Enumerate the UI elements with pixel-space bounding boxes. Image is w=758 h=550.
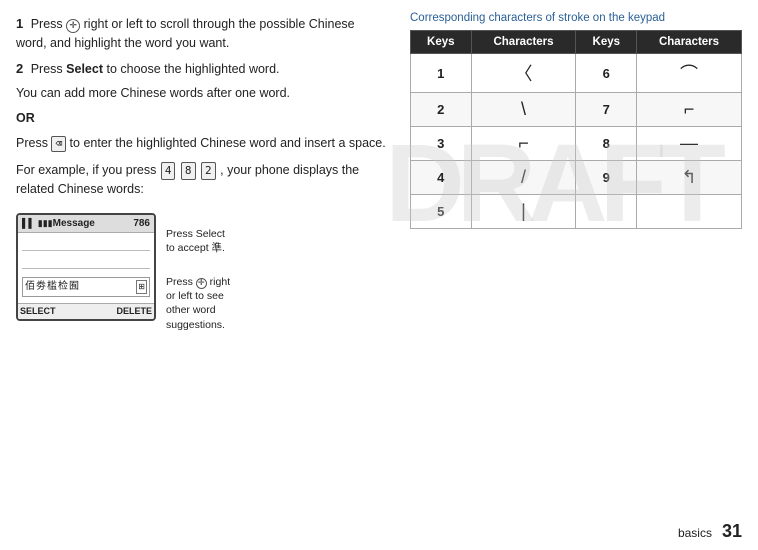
- label2-line1: Press ✛ right: [166, 275, 230, 289]
- char-cell-2-1: ⌐: [471, 127, 576, 161]
- battery-icon-small: ▮▮▮: [38, 217, 53, 231]
- example-key-2: 2: [201, 162, 216, 181]
- step2-press: Press: [31, 62, 66, 76]
- col-keys1: Keys: [411, 31, 472, 54]
- phone-select-label: SELECT: [20, 305, 56, 319]
- key-cell-4-1: 5: [411, 195, 472, 229]
- table-row: 5 |: [411, 195, 742, 229]
- phone-delete-label: DELETE: [116, 305, 152, 319]
- char-cell-3-2: ↰: [637, 161, 742, 195]
- char-cell-4-2: [637, 195, 742, 229]
- page-container: 1 Press ✛ right or left to scroll throug…: [0, 0, 758, 550]
- phone-chinese-chars: 佰劵槛检囿: [25, 279, 80, 294]
- key-cell-2-2: 8: [576, 127, 637, 161]
- phone-line1: [22, 237, 150, 251]
- phone-title: Message: [53, 216, 95, 231]
- label2-line5: suggestions.: [166, 318, 230, 332]
- label1-line1: Press Select: [166, 227, 230, 241]
- key-cell-1-2: 7: [576, 93, 637, 127]
- char-cell-1-2: ⌐: [637, 93, 742, 127]
- char-cell-2-2: —: [637, 127, 742, 161]
- phone-line2: [22, 255, 150, 269]
- diagram-labels: Press Select to accept 準. Press ✛ right …: [166, 213, 230, 332]
- nav-icon: ✛: [66, 19, 80, 33]
- step2-number: 2: [16, 61, 23, 76]
- step1-paragraph: 1 Press ✛ right or left to scroll throug…: [16, 14, 386, 53]
- phone-diagram: ▌▌ ▮▮▮ Message 786 佰劵槛检囿 ⊞: [16, 213, 386, 332]
- key-cell-0-2: 6: [576, 54, 637, 93]
- step1-press: Press: [31, 17, 66, 31]
- stroke-table: Keys Characters Keys Characters 1 〈 6 ⌒ …: [410, 30, 742, 229]
- table-header-row: Keys Characters Keys Characters: [411, 31, 742, 54]
- nav-icon-small: ✛: [196, 278, 207, 289]
- key-cell-3-1: 4: [411, 161, 472, 195]
- step2-paragraph: 2 Press Select to choose the highlighted…: [16, 59, 386, 79]
- footer-basics: basics: [678, 526, 712, 540]
- left-column: 1 Press ✛ right or left to scroll throug…: [16, 10, 386, 520]
- phone-body: 佰劵槛检囿 ⊞: [18, 233, 154, 303]
- char-cell-4-1: |: [471, 195, 576, 229]
- backspace-btn: ⌫: [51, 136, 66, 152]
- phone-titlebar: ▌▌ ▮▮▮ Message 786: [18, 215, 154, 233]
- char-cell-3-1: /: [471, 161, 576, 195]
- example-key-8: 8: [181, 162, 196, 181]
- diagram-label-nav: Press ✛ right or left to see other word …: [166, 275, 230, 332]
- phone-screen: ▌▌ ▮▮▮ Message 786 佰劵槛检囿 ⊞: [16, 213, 156, 322]
- step2-sub1: You can add more Chinese words after one…: [16, 84, 386, 103]
- phone-signal-area: ▌▌ ▮▮▮: [22, 217, 53, 231]
- signal-bars: ▌▌: [22, 217, 35, 231]
- char-cell-0-1: 〈: [471, 54, 576, 93]
- col-chars1: Characters: [471, 31, 576, 54]
- table-title: Corresponding characters of stroke on th…: [410, 12, 742, 24]
- select-label: Select: [66, 62, 103, 76]
- key-cell-1-1: 2: [411, 93, 472, 127]
- char-cell-1-1: \: [471, 93, 576, 127]
- label2-line4: other word: [166, 303, 230, 317]
- label2-line3: or left to see: [166, 289, 230, 303]
- step1-number: 1: [16, 16, 23, 31]
- label1-line2: to accept 準.: [166, 241, 230, 255]
- step2-press2: Press: [16, 136, 51, 150]
- example-text: For example, if you press: [16, 163, 160, 177]
- right-column: Corresponding characters of stroke on th…: [410, 10, 742, 520]
- table-row: 1 〈 6 ⌒: [411, 54, 742, 93]
- step2-sub2: Press ⌫ to enter the highlighted Chinese…: [16, 134, 386, 153]
- step2-rest: to enter the highlighted Chinese word an…: [70, 136, 386, 150]
- phone-message-number: 786: [133, 216, 150, 231]
- key-cell-3-2: 9: [576, 161, 637, 195]
- col-keys2: Keys: [576, 31, 637, 54]
- key-cell-2-1: 3: [411, 127, 472, 161]
- table-row: 2 \ 7 ⌐: [411, 93, 742, 127]
- key-cell-4-2: [576, 195, 637, 229]
- example-paragraph: For example, if you press 4 8 2 , your p…: [16, 161, 386, 199]
- col-chars2: Characters: [637, 31, 742, 54]
- footer-page-number: 31: [722, 521, 742, 542]
- or-label: OR: [16, 109, 386, 128]
- key-cell-0-1: 1: [411, 54, 472, 93]
- phone-input-area: 佰劵槛检囿 ⊞: [22, 277, 150, 297]
- step2-text: to choose the highlighted word.: [103, 62, 280, 76]
- phone-bottom-bar: SELECT DELETE: [18, 303, 154, 320]
- table-row: 4 / 9 ↰: [411, 161, 742, 195]
- phone-input-icon: ⊞: [136, 280, 147, 294]
- table-row: 3 ⌐ 8 —: [411, 127, 742, 161]
- diagram-label-select: Press Select to accept 準.: [166, 227, 230, 255]
- char-cell-0-2: ⌒: [637, 54, 742, 93]
- page-footer: basics 31: [678, 521, 742, 542]
- example-key-4: 4: [161, 162, 176, 181]
